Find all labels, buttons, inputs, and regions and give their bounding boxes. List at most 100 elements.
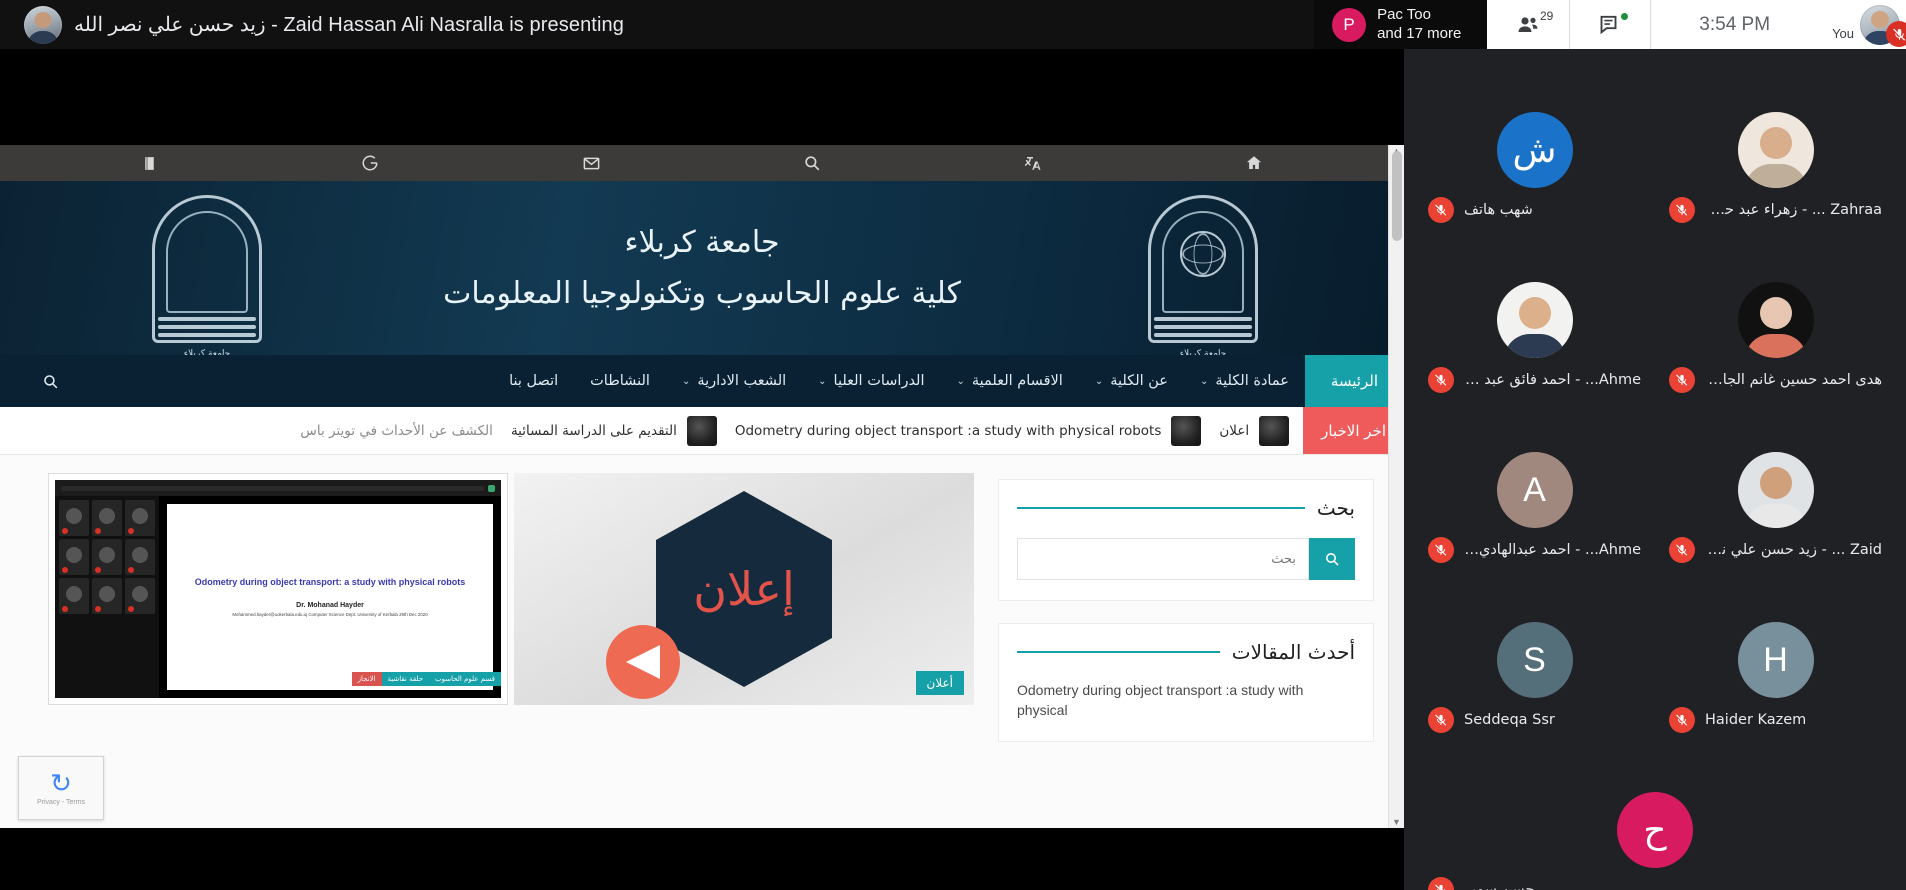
nav-item-contact[interactable]: اتصل بنا <box>493 355 574 407</box>
crest-caption-left: جامعة كربلاء <box>183 349 231 355</box>
self-view-tile[interactable]: You <box>1818 0 1906 49</box>
mic-off-icon <box>1435 884 1446 890</box>
participant-tile-footer: Seddeqa Ssr <box>1414 707 1655 733</box>
divider <box>1017 651 1220 653</box>
participant-tile[interactable]: A Ahme... - احمد عبدالهادي احمد <box>1414 405 1655 575</box>
ticker-thumbnail <box>686 415 717 446</box>
home-icon[interactable] <box>1245 154 1263 172</box>
ticker-item[interactable]: اعلان <box>1219 415 1290 446</box>
ticker-item[interactable]: Odometry during object transport :a stud… <box>734 415 1202 446</box>
mini-tile <box>125 539 155 575</box>
mic-off-icon <box>1435 714 1447 726</box>
university-crest-left: جامعة كربلاء <box>152 195 262 355</box>
nav-item-admin-divisions[interactable]: الشعب الادارية ⌄ <box>666 355 802 407</box>
browser-toolbar <box>0 145 1404 181</box>
site-main-nav: الرئيسة عمادة الكلية ⌄ عن الكلية ⌄ الاقس… <box>0 355 1404 407</box>
college-name: كلية علوم الحاسوب وتكنولوجيا المعلومات <box>443 276 961 311</box>
mic-muted-icon <box>1428 707 1454 733</box>
self-mic-muted-icon[interactable] <box>1886 21 1906 47</box>
news-ticker: اخر الاخبار اعلان Odometry during object… <box>0 407 1404 455</box>
mic-muted-icon <box>1669 707 1695 733</box>
site-content-area: بحث أحدث المقالات <box>0 145 1404 828</box>
slide-announcement[interactable]: إعلان أعلان <box>514 473 974 705</box>
participant-tile[interactable]: ح حسن سمير <box>1414 745 1896 890</box>
ticker-text: التقديم على الدراسة المسائية <box>510 422 677 439</box>
participant-tile[interactable]: H Haider Kazem <box>1655 575 1896 745</box>
mic-muted-icon <box>1669 367 1695 393</box>
page-scrollbar[interactable]: ▲ ▼ <box>1388 145 1404 828</box>
participants-panel: ش شهب هاتف Zahraa ... - زهراء عبد حرجان Ahm… <box>1404 49 1906 890</box>
mini-tile <box>92 539 122 575</box>
shared-browser-window: جامعة كربلاء جامعة كربلاء كلية علوم الحا… <box>0 145 1404 828</box>
chevron-down-icon: ⌄ <box>1199 375 1209 387</box>
mini-tile <box>125 578 155 614</box>
banner-text: الانجاز <box>351 672 382 686</box>
ticker-text: Odometry during object transport :a stud… <box>734 422 1162 439</box>
site-search-input[interactable] <box>1017 538 1309 580</box>
recaptcha-badge[interactable]: ↻ Privacy - Terms <box>18 756 104 820</box>
presenting-to-chip[interactable]: P Pac Too and 17 more <box>1314 0 1488 49</box>
site-hero-banner: جامعة كربلاء جامعة كربلاء كلية علوم الحا… <box>0 181 1404 355</box>
participant-tile[interactable]: Ahme... - احمد فائق عبد المجيد <box>1414 235 1655 405</box>
chat-button[interactable] <box>1569 0 1650 49</box>
site-nav-search-button[interactable] <box>0 355 59 407</box>
presenter-avatar <box>24 5 62 44</box>
mic-muted-icon <box>1428 197 1454 223</box>
nav-label: عن الكلية <box>1110 373 1168 389</box>
chip-line-1: Pac Too <box>1377 6 1431 24</box>
participant-tile[interactable]: Zaid ... - زيد حسن علي نصر الله <box>1655 405 1896 575</box>
participant-tile[interactable]: هدى احمد حسين غانم الجاسم <box>1655 235 1896 405</box>
participant-tile-footer: Zahraa ... - زهراء عبد حرجان <box>1655 197 1896 223</box>
chevron-down-icon: ⌄ <box>818 375 827 387</box>
nav-item-departments[interactable]: الاقسام العلمية ⌄ <box>941 355 1079 407</box>
book-icon[interactable] <box>141 155 158 172</box>
chip-line-2: and 17 more <box>1377 24 1462 42</box>
chevron-down-icon: ⌄ <box>681 375 691 387</box>
mic-off-icon <box>1892 28 1905 41</box>
nav-item-about[interactable]: عن الكلية ⌄ <box>1079 355 1184 407</box>
ticker-item[interactable]: التقديم على الدراسة المسائية <box>510 415 717 446</box>
divider <box>1017 507 1305 509</box>
nav-item-activities[interactable]: النشاطات <box>574 355 666 407</box>
mini-tile <box>92 500 122 536</box>
nav-label: الاقسام العلمية <box>971 373 1063 389</box>
participants-button[interactable]: 29 <box>1487 0 1569 49</box>
mic-off-icon <box>1676 714 1688 726</box>
participant-avatar-initial: S <box>1496 622 1573 698</box>
site-search-button[interactable] <box>1309 538 1355 580</box>
nav-label: اتصل بنا <box>509 373 559 389</box>
google-g-icon[interactable] <box>361 154 379 172</box>
chevron-down-icon: ⌄ <box>1094 375 1104 387</box>
presenter-name-arabic: زيد حسن علي نصر الله <box>74 14 266 36</box>
participant-avatar-photo <box>1496 282 1573 358</box>
ticker-item[interactable]: الكشف عن الأحداث في تويتر باس <box>300 423 493 439</box>
people-icon <box>1518 16 1538 32</box>
mic-off-icon <box>1676 374 1688 386</box>
mini-participant-grid <box>55 496 159 698</box>
slide-caption-banner: قسم علوم الحاسوب حلقة نقاشية الانجاز <box>55 672 501 686</box>
search-widget: بحث <box>998 479 1374 601</box>
participant-avatar-photo <box>1737 452 1814 528</box>
participant-tile[interactable]: ش شهب هاتف <box>1414 65 1655 235</box>
mail-icon[interactable] <box>582 154 601 173</box>
participant-name: Seddeqa Ssr <box>1464 712 1555 728</box>
participant-name: شهب هاتف <box>1464 202 1533 218</box>
scroll-down-arrow[interactable]: ▼ <box>1389 817 1404 827</box>
slide-meeting-screenshot[interactable]: Odometry during object transport: a stud… <box>48 473 508 705</box>
mini-tile <box>92 578 122 614</box>
nav-item-graduate-studies[interactable]: الدراسات العليا ⌄ <box>802 355 940 407</box>
participant-tile[interactable]: S Seddeqa Ssr <box>1414 575 1655 745</box>
chevron-down-icon: ⌄ <box>956 375 965 387</box>
nav-item-deanship[interactable]: عمادة الكلية ⌄ <box>1184 355 1305 407</box>
participant-name: Haider Kazem <box>1705 712 1807 728</box>
latest-articles-widget: أحدث المقالات Odometry during object tra… <box>998 623 1374 742</box>
google-meet-window: زيد حسن علي نصر الله - Zaid Hassan Ali N… <box>0 0 1906 890</box>
latest-article-link[interactable]: Odometry during object transport :a stud… <box>1017 680 1355 721</box>
participant-tile[interactable]: Zahraa ... - زهراء عبد حرجان <box>1655 65 1896 235</box>
search-icon[interactable] <box>803 154 821 172</box>
scrollbar-thumb[interactable] <box>1392 151 1402 241</box>
translate-icon[interactable] <box>1024 154 1042 172</box>
mic-off-icon <box>1435 544 1447 556</box>
participant-name: Ahme... - احمد فائق عبد المجيد <box>1464 372 1641 388</box>
recaptcha-text: Privacy - Terms <box>36 799 86 806</box>
